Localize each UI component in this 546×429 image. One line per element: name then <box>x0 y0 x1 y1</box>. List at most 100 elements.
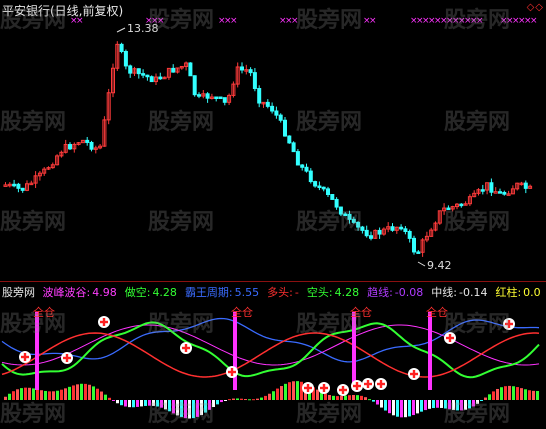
indicator-header: 股旁网 波峰波谷: 4.98 做空: 4.28 霸王周期: 5.55 多头: - 空头: 4.28… <box>2 284 546 299</box>
indicator-item-value: -0.08 <box>394 286 424 299</box>
signal-label: 全仓 <box>231 305 253 319</box>
histogram-bar <box>536 391 539 400</box>
candle-body <box>274 110 279 116</box>
candle-body <box>369 235 373 239</box>
candle-body <box>317 185 322 188</box>
candle-body <box>205 93 210 99</box>
indicator-item: 做空: 4.28 <box>125 286 181 299</box>
watermark: 股旁网 <box>296 210 363 235</box>
buy-signal-icon <box>318 382 330 394</box>
candle-body <box>377 229 382 235</box>
watermark: 股旁网 <box>444 8 511 33</box>
candle-body <box>16 183 21 189</box>
indicator-item-value: 5.55 <box>234 286 260 299</box>
candle-body <box>197 94 201 97</box>
candle-body <box>218 96 223 100</box>
histogram-bar <box>240 398 243 400</box>
histogram-bar <box>516 387 519 400</box>
signal-pillar <box>233 312 237 390</box>
candle-body <box>502 191 507 195</box>
histogram-bar <box>420 400 423 412</box>
candle-body <box>270 105 275 112</box>
candle-body <box>300 164 305 168</box>
histogram-bar <box>440 400 443 408</box>
indicator-item: 波峰波谷: 4.98 <box>43 286 121 299</box>
candle-body <box>330 194 335 200</box>
panel-divider <box>0 281 546 282</box>
candle-body <box>188 62 193 77</box>
histogram-bar <box>132 400 135 408</box>
histogram-bar <box>244 399 247 401</box>
watermark: 股旁网 <box>148 402 215 427</box>
watermark: 股旁网 <box>0 210 67 235</box>
indicator-item-label: 霸王周期: <box>184 286 233 299</box>
candle-body <box>313 181 318 187</box>
histogram-bar <box>288 382 291 400</box>
histogram-bar <box>228 399 231 401</box>
signal-pillar <box>428 312 432 390</box>
candle-body <box>222 97 227 103</box>
x-marker: × <box>76 16 84 26</box>
indicator-item-value: -0.14 <box>458 286 488 299</box>
indicator-item-value: 0.0 <box>523 286 541 299</box>
histogram-bar <box>108 397 111 400</box>
histogram-bar <box>528 390 531 400</box>
histogram-bar <box>436 400 439 408</box>
watermark: 股旁网 <box>0 8 67 33</box>
indicator-item-label: 空头: <box>306 286 333 299</box>
histogram-bar <box>396 400 399 417</box>
buy-signal-icon <box>98 316 110 328</box>
histogram-bar <box>280 386 283 400</box>
candle-body <box>498 191 502 194</box>
buy-signal-icon <box>180 342 192 354</box>
x-marker: × <box>230 16 238 26</box>
histogram-bar <box>252 399 255 401</box>
candle-body <box>278 114 283 121</box>
histogram-bar <box>140 400 143 407</box>
indicator-name: 股旁网 <box>2 286 35 299</box>
histogram-bar <box>268 393 271 400</box>
candle-body <box>403 228 408 232</box>
indicator-item-value: - <box>294 286 299 299</box>
indicator-item: 空头: 4.28 <box>307 286 363 299</box>
indicator-item: 霸王周期: 5.55 <box>185 286 263 299</box>
histogram-bar <box>372 400 375 402</box>
histogram-bar <box>432 400 435 409</box>
watermark: 股旁网 <box>444 402 511 427</box>
candle-body <box>390 226 395 231</box>
candle-body <box>248 69 253 74</box>
histogram-bar <box>144 400 147 406</box>
indicator-item-label: 做空: <box>124 286 151 299</box>
indicator-item-value: 4.98 <box>92 286 117 299</box>
histogram-bar <box>388 400 391 414</box>
candle-body <box>85 139 90 143</box>
candle-body <box>119 43 124 52</box>
buy-signal-icon <box>362 378 374 390</box>
candle-body <box>523 182 528 189</box>
indicator-item: 中线: -0.14 <box>431 286 491 299</box>
histogram-bar <box>260 397 263 400</box>
histogram-bar <box>88 384 91 400</box>
histogram-bar <box>264 395 267 400</box>
candle-body <box>308 170 313 183</box>
candle-body <box>158 76 163 80</box>
indicator-item-label: 趋线: <box>367 286 393 299</box>
candle-body <box>287 135 292 144</box>
histogram-bar <box>412 400 415 416</box>
indicator-item: 红柱: 0.0 <box>495 286 544 299</box>
candle-body <box>412 237 416 253</box>
candle-body <box>364 229 369 237</box>
candle-body <box>493 191 498 194</box>
histogram-bar <box>220 400 223 403</box>
candle-body <box>416 251 421 254</box>
watermark: 股旁网 <box>444 110 511 135</box>
x-marker: × <box>369 16 377 26</box>
buy-signal-icon <box>375 378 387 390</box>
candle-body <box>145 74 150 78</box>
histogram-bar <box>392 400 395 416</box>
candlestick-chart: ×× ××× ××× ××× ×× ×××××××××××× ×××××× <box>3 16 538 267</box>
indicator-item-value: 4.28 <box>334 286 360 299</box>
indicator-values: 波峰波谷: 4.98 做空: 4.28 霸王周期: 5.55 多头: - 空头: 4.28 趋线: -… <box>43 286 546 299</box>
histogram-bar <box>92 386 95 400</box>
histogram-bar <box>112 400 115 401</box>
